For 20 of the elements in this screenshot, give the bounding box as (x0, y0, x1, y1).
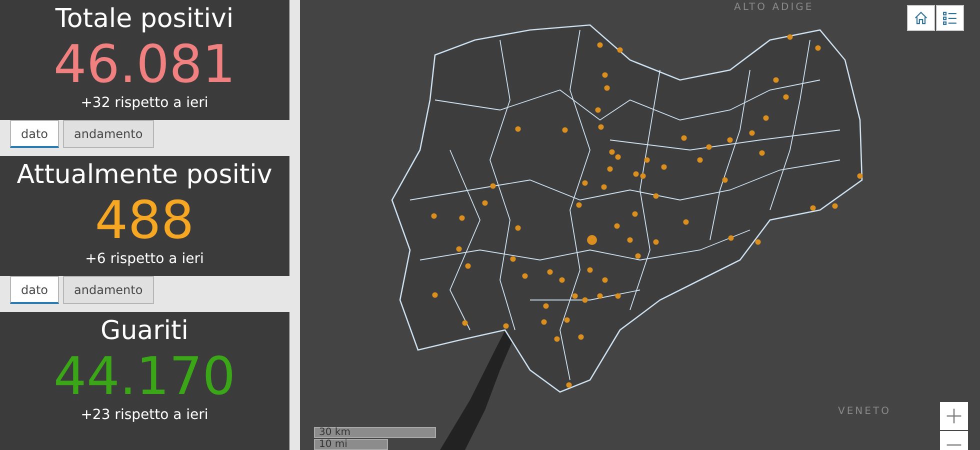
home-icon[interactable] (907, 5, 935, 31)
view-tab[interactable]: dato (10, 276, 60, 304)
scale-bar: 30 km (314, 427, 436, 438)
view-tab[interactable]: andamento (63, 276, 154, 304)
region-label: ALTO ADIGE (734, 2, 814, 13)
stat-value: 46.081 (54, 36, 236, 94)
stat-title: Guariti (100, 315, 188, 348)
stat-change: +23 rispetto a ieri (80, 406, 208, 424)
stat-change: +6 rispetto a ieri (85, 250, 204, 268)
stat-title: Attualmente positiv (16, 159, 272, 192)
zoom-in-icon[interactable] (940, 402, 968, 430)
stat-title: Totale positivi (55, 3, 234, 36)
legend-icon[interactable] (936, 5, 964, 31)
stat-value: 44.170 (54, 348, 236, 406)
stat-change: +32 rispetto a ieri (80, 94, 208, 112)
stat-value: 488 (94, 192, 194, 250)
view-tab[interactable]: dato (10, 120, 60, 148)
view-tab[interactable]: andamento (63, 120, 154, 148)
scale-bar: 10 mi (314, 439, 388, 450)
region-label: VENETO (838, 406, 891, 417)
